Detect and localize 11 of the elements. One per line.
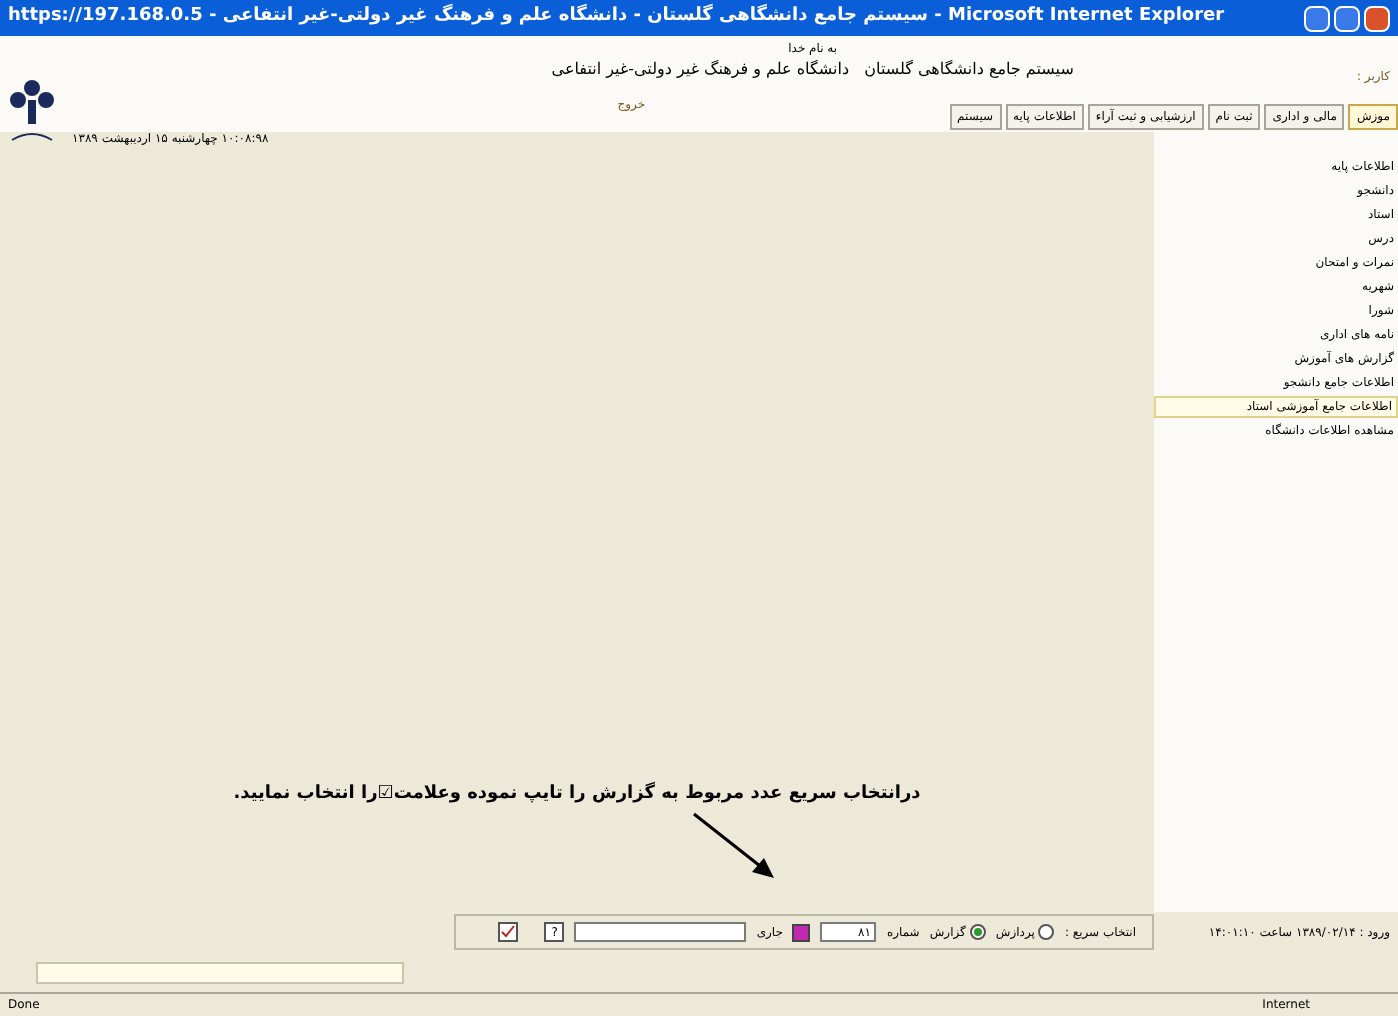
text-field[interactable] [574, 922, 747, 942]
maximize-button[interactable] [1334, 5, 1360, 31]
close-button[interactable] [1364, 5, 1390, 31]
system-name: سیستم جامع دانشگاهی گلستان دانشگاه علم و فرهنگ غیر دولتی-غیر انتفاعی [551, 58, 1074, 82]
minimize-button[interactable] [1304, 5, 1330, 31]
confirm-check-icon[interactable] [498, 922, 519, 942]
instruction-text: درانتخاب سریع عدد مربوط به گزارش را تایپ نموده وعلامت☑را انتخاب نمایید. [233, 781, 921, 807]
arrow-drawing [692, 812, 776, 880]
window-title: https://197.168.0.5 - سیستم جامع دانشگاهی گلستان - دانشگاه علم و فرهنگ غیر دولتی-غیر انتفاعی - Microsoft Internet Explorer [8, 4, 1225, 31]
current-icon[interactable] [792, 923, 811, 941]
input-field[interactable] [36, 961, 404, 983]
